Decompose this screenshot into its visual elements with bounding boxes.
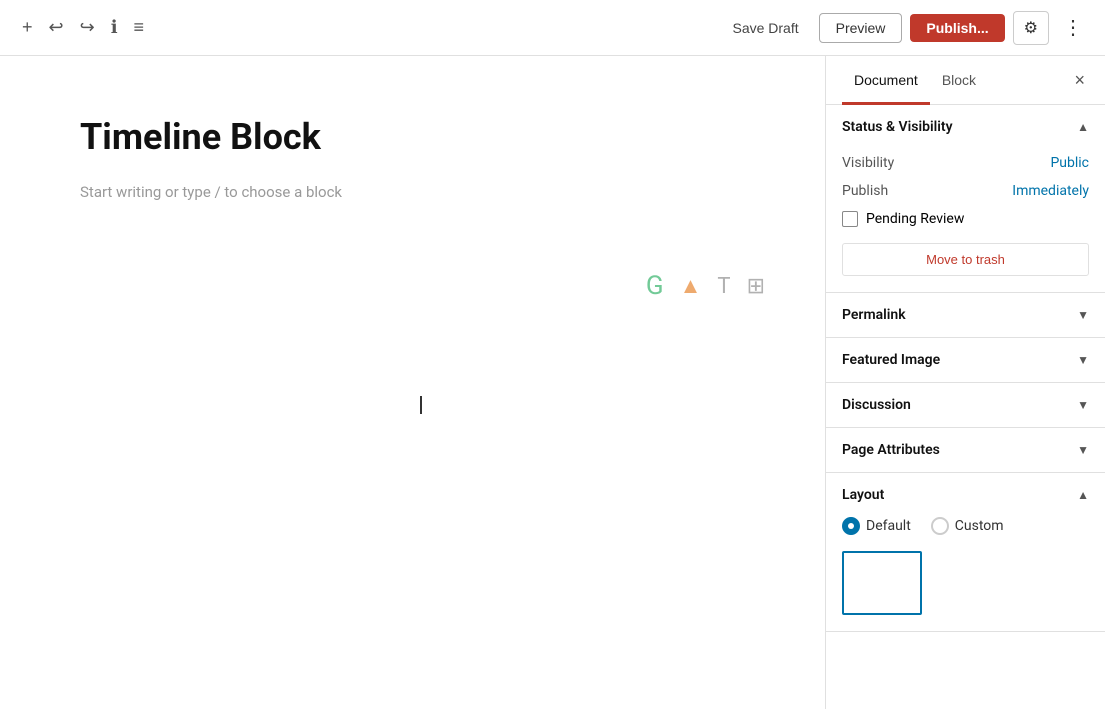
publish-row: Publish Immediately	[842, 177, 1089, 205]
section-status-header[interactable]: Status & Visibility ▲	[826, 105, 1105, 149]
undo-icon: ↩	[49, 17, 64, 38]
section-status-visibility: Status & Visibility ▲ Visibility Public …	[826, 105, 1105, 293]
layout-default-label: Default	[866, 518, 911, 534]
chevron-up-icon: ▲	[1077, 120, 1089, 134]
settings-button[interactable]: ⚙	[1013, 11, 1049, 45]
layout-default-option[interactable]: Default	[842, 517, 911, 535]
gear-icon: ⚙	[1024, 18, 1038, 38]
info-icon: ℹ	[111, 17, 118, 38]
chevron-down-icon: ▼	[1077, 308, 1089, 322]
pending-review-row: Pending Review	[842, 205, 1089, 233]
redo-icon: ↪	[80, 17, 95, 38]
chevron-down-icon-2: ▼	[1077, 353, 1089, 367]
editor-placeholder[interactable]: Start writing or type / to choose a bloc…	[80, 183, 745, 201]
section-featured-image: Featured Image ▼	[826, 338, 1105, 383]
layout-custom-radio[interactable]	[931, 517, 949, 535]
sidebar-tabs-group: Document Block	[842, 56, 988, 104]
move-to-trash-button[interactable]: Move to trash	[842, 243, 1089, 276]
list-icon: ≡	[134, 17, 145, 38]
section-layout: Layout ▲ Default Custom	[826, 473, 1105, 632]
grammarly-icon[interactable]: G	[646, 271, 664, 301]
more-options-button[interactable]: ⋮	[1057, 9, 1089, 46]
right-sidebar: Document Block × Status & Visibility ▲ V…	[825, 56, 1105, 709]
sidebar-close-button[interactable]: ×	[1070, 66, 1089, 95]
permalink-title: Permalink	[842, 307, 906, 323]
status-section-title: Status & Visibility	[842, 119, 953, 135]
layout-preview-box	[842, 551, 922, 615]
undo-button[interactable]: ↩	[43, 11, 70, 44]
layout-custom-option[interactable]: Custom	[931, 517, 1004, 535]
info-button[interactable]: ℹ	[105, 11, 124, 44]
section-page-attributes: Page Attributes ▼	[826, 428, 1105, 473]
add-icon: +	[22, 17, 33, 38]
redo-button[interactable]: ↪	[74, 11, 101, 44]
layout-header[interactable]: Layout ▲	[826, 473, 1105, 517]
sidebar-tab-bar: Document Block ×	[826, 56, 1105, 105]
visibility-value[interactable]: Public	[1050, 155, 1089, 171]
layout-options-row: Default Custom	[842, 517, 1089, 535]
section-permalink: Permalink ▼	[826, 293, 1105, 338]
ellipsis-icon: ⋮	[1063, 17, 1083, 39]
tab-document[interactable]: Document	[842, 56, 930, 104]
chevron-up-icon-2: ▲	[1077, 488, 1089, 502]
list-view-button[interactable]: ≡	[128, 11, 151, 44]
save-draft-button[interactable]: Save Draft	[720, 14, 810, 42]
pending-review-label: Pending Review	[866, 211, 964, 227]
chevron-down-icon-4: ▼	[1077, 443, 1089, 457]
tab-block[interactable]: Block	[930, 56, 988, 104]
main-area: Timeline Block Start writing or type / t…	[0, 56, 1105, 709]
preview-button[interactable]: Preview	[819, 13, 903, 43]
pending-review-checkbox[interactable]	[842, 211, 858, 227]
status-body: Visibility Public Publish Immediately Pe…	[826, 149, 1105, 292]
publish-value[interactable]: Immediately	[1012, 183, 1089, 199]
visibility-label: Visibility	[842, 155, 894, 171]
layout-custom-label: Custom	[955, 518, 1004, 534]
featured-image-title: Featured Image	[842, 352, 940, 368]
layout-body: Default Custom	[826, 517, 1105, 631]
add-block-button[interactable]: +	[16, 11, 39, 44]
toolbar-right: Save Draft Preview Publish... ⚙ ⋮	[720, 9, 1089, 46]
toolbar: + ↩ ↪ ℹ ≡ Save Draft Preview Publish... …	[0, 0, 1105, 56]
layout-title: Layout	[842, 487, 884, 503]
featured-image-header[interactable]: Featured Image ▼	[826, 338, 1105, 382]
page-attributes-title: Page Attributes	[842, 442, 940, 458]
block-tool-icon-2[interactable]: T	[717, 274, 730, 299]
floating-block-icons: G ▲ T ⊞	[646, 271, 765, 301]
publish-button[interactable]: Publish...	[910, 14, 1004, 42]
visibility-row: Visibility Public	[842, 149, 1089, 177]
discussion-header[interactable]: Discussion ▼	[826, 383, 1105, 427]
permalink-header[interactable]: Permalink ▼	[826, 293, 1105, 337]
section-discussion: Discussion ▼	[826, 383, 1105, 428]
text-cursor	[420, 396, 422, 414]
block-tool-icon-3[interactable]: ⊞	[747, 274, 765, 299]
page-attributes-header[interactable]: Page Attributes ▼	[826, 428, 1105, 472]
discussion-title: Discussion	[842, 397, 911, 413]
chevron-down-icon-3: ▼	[1077, 398, 1089, 412]
publish-label: Publish	[842, 183, 888, 199]
layout-default-radio[interactable]	[842, 517, 860, 535]
editor-area[interactable]: Timeline Block Start writing or type / t…	[0, 56, 825, 709]
post-title[interactable]: Timeline Block	[80, 116, 745, 159]
toolbar-left: + ↩ ↪ ℹ ≡	[16, 11, 150, 44]
block-tool-icon-1[interactable]: ▲	[680, 273, 702, 299]
